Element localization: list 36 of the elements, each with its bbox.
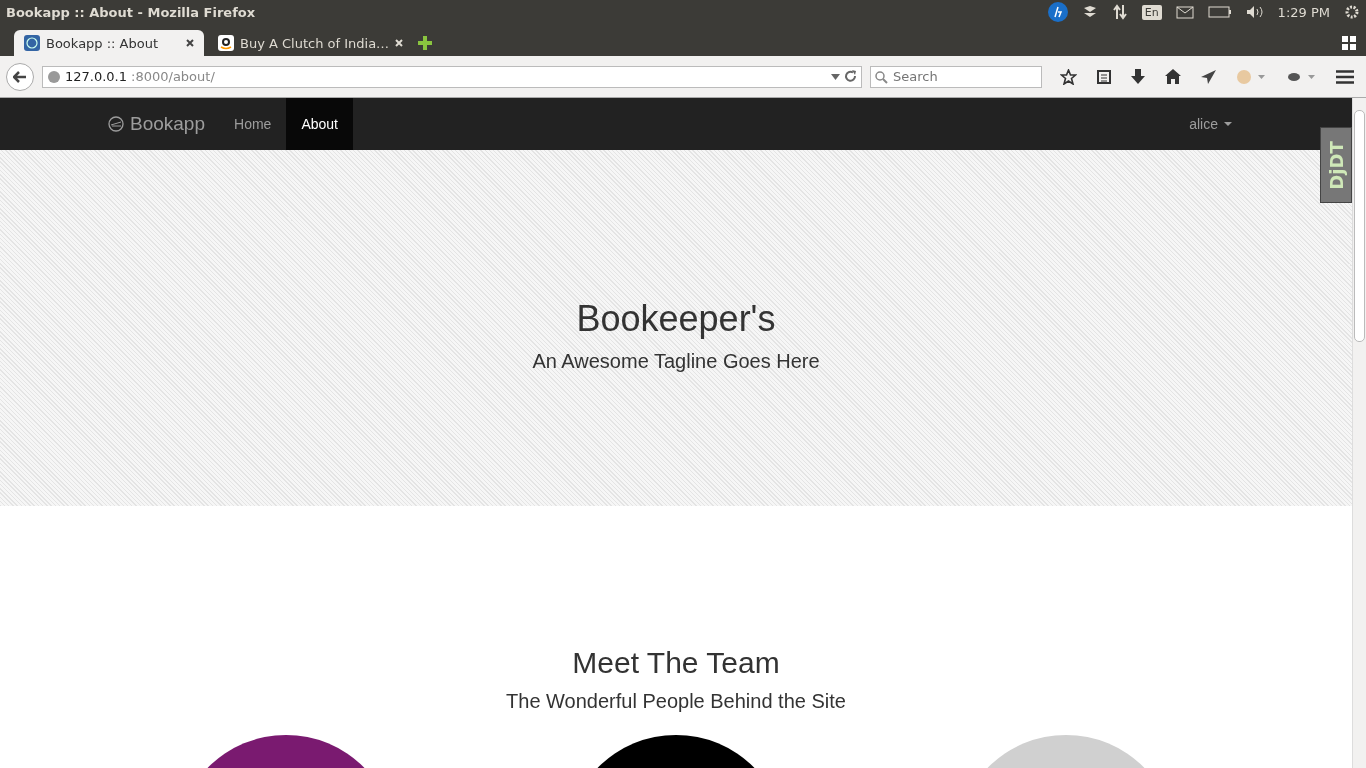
back-button[interactable] — [6, 62, 34, 91]
scrollbar-thumb[interactable] — [1354, 110, 1365, 342]
back-arrow-icon — [13, 70, 27, 83]
battery-icon[interactable] — [1207, 6, 1232, 18]
keyboard-layout-indicator[interactable]: En — [1141, 4, 1162, 20]
browser-tab[interactable]: Bookapp :: About — [14, 30, 204, 56]
home-icon[interactable] — [1165, 69, 1181, 84]
section-subheading: The Wonderful People Behind the Site — [506, 690, 846, 713]
star-icon[interactable] — [1060, 68, 1077, 85]
user-menu[interactable]: alice — [1189, 98, 1232, 150]
nav-link[interactable]: Home — [219, 98, 287, 150]
network-arrows-icon[interactable] — [1111, 4, 1128, 20]
caret-icon — [1224, 122, 1232, 126]
grid-icon[interactable] — [1342, 36, 1356, 50]
nav-link[interactable]: About — [286, 98, 353, 150]
hero-tagline: An Awesome Tagline Goes Here — [532, 349, 820, 373]
window-title: Bookapp :: About - Mozilla Firefox — [6, 4, 257, 20]
clipboard-icon[interactable] — [1097, 69, 1111, 84]
logo-icon — [108, 116, 124, 132]
close-icon[interactable] — [186, 39, 194, 47]
reload-icon[interactable] — [844, 70, 857, 83]
download-icon[interactable] — [1131, 69, 1145, 84]
mail-icon[interactable] — [1175, 5, 1194, 19]
menu-icon[interactable] — [1336, 69, 1354, 84]
browser-tab[interactable]: Buy A Clutch of India… — [208, 30, 414, 56]
clock[interactable]: 1:29 PM — [1277, 4, 1330, 20]
address-bar[interactable]: 127.0.0.1 :8000/about/ — [42, 65, 862, 88]
search-field[interactable]: Search — [870, 65, 1042, 88]
volume-icon[interactable] — [1245, 5, 1264, 19]
scrollbar[interactable] — [1352, 98, 1366, 768]
section-heading: Meet The Team — [572, 646, 780, 680]
dropdown-arrow-icon[interactable] — [831, 73, 840, 80]
plus-icon[interactable] — [417, 35, 434, 51]
hero-title: Bookeeper's — [576, 297, 776, 340]
paper-plane-icon[interactable] — [1201, 69, 1216, 84]
brand-link[interactable]: Bookapp — [108, 98, 205, 150]
